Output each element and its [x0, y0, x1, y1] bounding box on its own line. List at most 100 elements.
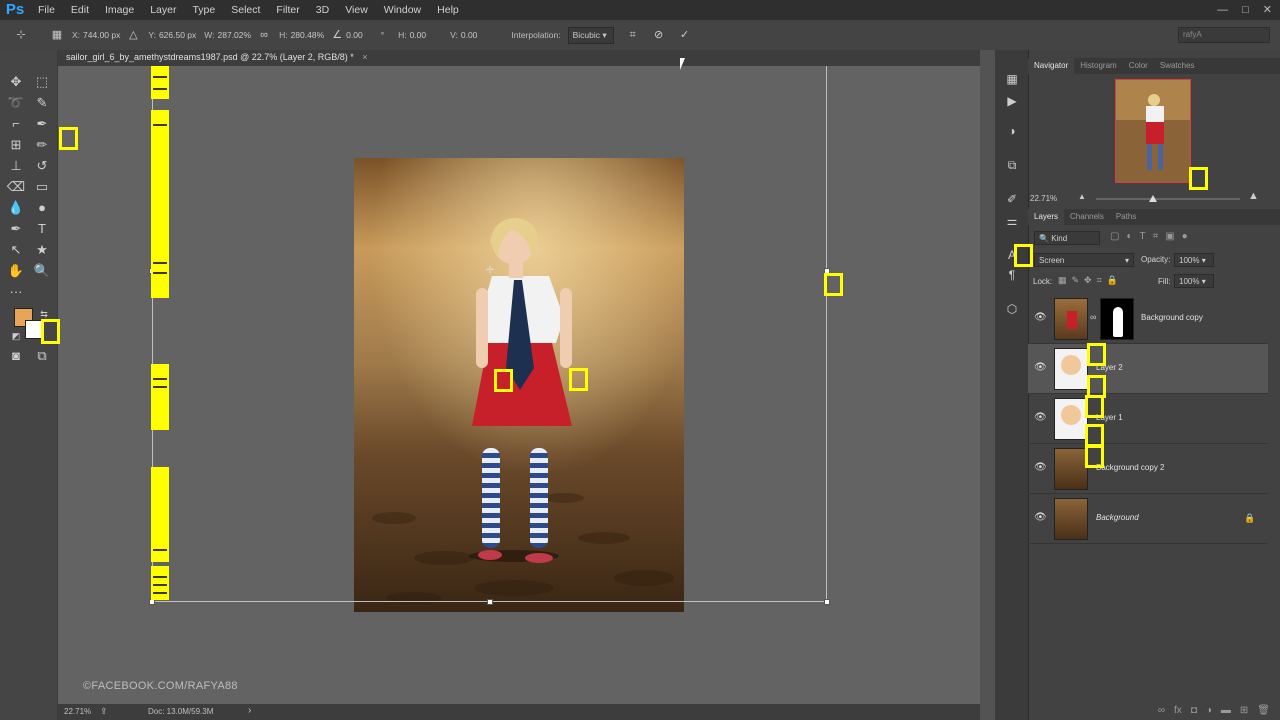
commit-transform-icon[interactable]: ✓ — [678, 28, 692, 42]
document-tab[interactable]: sailor_girl_6_by_amethystdreams1987.psd … — [58, 50, 980, 66]
gradient-tool-icon[interactable]: ▭ — [32, 177, 52, 197]
transform-bounding-box[interactable] — [149, 66, 830, 605]
pen-tool-icon[interactable]: ✒ — [6, 219, 26, 239]
stamp-tool-icon[interactable]: ⊥ — [6, 156, 26, 176]
menu-help[interactable]: Help — [429, 0, 467, 20]
mask-link-icon[interactable]: ∞ — [1090, 312, 1096, 322]
3d-panel-icon[interactable]: ⬡ — [1003, 300, 1021, 318]
hand-tool-icon[interactable]: ✋ — [6, 261, 26, 281]
layer-mask-thumbnail[interactable] — [1100, 298, 1134, 340]
layer-row-background-copy-2[interactable]: 👁 Background copy 2 — [1028, 444, 1268, 494]
interpolation-select[interactable]: Bicubic ▾ — [567, 26, 614, 44]
libraries-panel-icon[interactable]: ⧉ — [1003, 156, 1021, 174]
transform-handle-bottom-right[interactable] — [824, 599, 830, 605]
layer-row-layer-1[interactable]: 👁 Layer 1 — [1028, 394, 1268, 444]
share-icon[interactable]: ⇪ — [100, 706, 108, 717]
layer-row-layer-2[interactable]: 👁 Layer 2 — [1028, 344, 1268, 394]
type-tool-icon[interactable]: T — [32, 219, 52, 239]
warp-icon[interactable]: ⌗ — [626, 28, 640, 42]
link-icon[interactable]: ∞ — [257, 28, 271, 42]
status-zoom[interactable]: 22.71% — [64, 707, 91, 716]
eyedropper-tool-icon[interactable]: ✒ — [32, 114, 52, 134]
menu-layer[interactable]: Layer — [142, 0, 184, 20]
delta-icon[interactable]: △ — [126, 28, 140, 42]
transform-handle-bottom[interactable] — [487, 599, 493, 605]
marquee-tool-icon[interactable]: ⬚ — [32, 72, 52, 92]
move-tool-icon[interactable]: ✥ — [6, 72, 26, 92]
shape-tool-icon[interactable]: ★ — [32, 240, 52, 260]
tab-layers[interactable]: Layers — [1028, 209, 1065, 225]
x-field[interactable]: 744.00 px — [83, 30, 120, 40]
layer-name[interactable]: Background copy 2 — [1096, 463, 1165, 472]
delete-layer-icon[interactable]: 🗑 — [1257, 705, 1270, 716]
more-tools-icon[interactable]: ··· — [6, 282, 26, 302]
blend-mode-select[interactable]: Screen ▾ — [1034, 253, 1134, 267]
brush-panel-icon[interactable]: ✐ — [1003, 190, 1021, 208]
visibility-eye-icon[interactable]: 👁 — [1034, 412, 1047, 424]
screen-mode-icon[interactable]: ⧉ — [32, 346, 52, 366]
adjustment-layer-icon[interactable]: ◑ — [1206, 705, 1212, 716]
brush-tool-icon[interactable]: ✏ — [32, 135, 52, 155]
menu-filter[interactable]: Filter — [268, 0, 307, 20]
close-window-button[interactable]: ✕ — [1263, 0, 1272, 20]
menu-edit[interactable]: Edit — [63, 0, 97, 20]
close-tab-icon[interactable]: × — [362, 52, 367, 62]
tab-channels[interactable]: Channels — [1064, 209, 1110, 225]
height-field[interactable]: 280.48% — [291, 30, 325, 40]
healing-tool-icon[interactable]: ⊞ — [6, 135, 26, 155]
default-colors-icon[interactable]: ◩ — [6, 326, 26, 346]
history-brush-icon[interactable]: ↺ — [32, 156, 52, 176]
visibility-eye-icon[interactable]: 👁 — [1034, 312, 1047, 324]
crop-tool-icon[interactable]: ⌐ — [6, 114, 26, 134]
link-layers-icon[interactable]: ∞ — [1158, 705, 1165, 716]
navigator-preview[interactable] — [1115, 79, 1191, 183]
fill-field[interactable]: 100% ▾ — [1174, 274, 1214, 288]
menu-select[interactable]: Select — [223, 0, 268, 20]
tab-paths[interactable]: Paths — [1110, 209, 1142, 225]
path-select-tool-icon[interactable]: ↖ — [6, 240, 26, 260]
layer-name[interactable]: Background copy — [1141, 313, 1203, 322]
reference-point-icon[interactable]: ▦ — [50, 28, 64, 42]
layer-row-background-copy[interactable]: 👁 ∞ Background copy — [1028, 294, 1268, 344]
y-field[interactable]: 626.50 px — [159, 30, 196, 40]
eraser-tool-icon[interactable]: ⌫ — [6, 177, 26, 197]
navigator-zoom-slider[interactable] — [1096, 198, 1240, 200]
opacity-field[interactable]: 100% ▾ — [1174, 253, 1214, 267]
maximize-button[interactable]: □ — [1242, 0, 1249, 20]
add-mask-icon[interactable]: ◘ — [1191, 705, 1197, 716]
actions-panel-icon[interactable]: ▶ — [1003, 92, 1021, 110]
transform-preset-icon[interactable]: ⊹ — [14, 28, 28, 42]
workspace-search-field[interactable]: rafyA — [1178, 27, 1270, 43]
menu-view[interactable]: View — [337, 0, 376, 20]
tab-color[interactable]: Color — [1123, 58, 1154, 74]
visibility-eye-icon[interactable]: 👁 — [1034, 512, 1047, 524]
menu-window[interactable]: Window — [376, 0, 429, 20]
layer-name[interactable]: Background — [1096, 513, 1139, 522]
minimize-button[interactable]: — — [1217, 0, 1228, 20]
history-panel-icon[interactable]: ▦ — [1003, 70, 1021, 88]
dodge-tool-icon[interactable]: ● — [32, 198, 52, 218]
zoom-tool-icon[interactable]: 🔍 — [32, 261, 52, 281]
adjustments-panel-icon[interactable]: ◑ — [1003, 122, 1021, 140]
new-layer-icon[interactable]: ⊞ — [1240, 705, 1248, 716]
lasso-tool-icon[interactable]: ➰ — [6, 93, 26, 113]
cancel-transform-icon[interactable]: ⊘ — [652, 28, 666, 42]
visibility-eye-icon[interactable]: 👁 — [1034, 462, 1047, 474]
properties-panel-icon[interactable]: ⚌ — [1003, 212, 1021, 230]
angle-field[interactable]: 0.00 — [346, 30, 363, 40]
tab-swatches[interactable]: Swatches — [1154, 58, 1201, 74]
new-group-icon[interactable]: ▬ — [1221, 705, 1231, 716]
menu-type[interactable]: Type — [184, 0, 223, 20]
zoom-out-icon[interactable]: ▲ — [1078, 192, 1086, 201]
vskew-field[interactable]: 0.00 — [461, 30, 478, 40]
tab-navigator[interactable]: Navigator — [1028, 58, 1075, 74]
navigator-zoom-slider-knob[interactable] — [1149, 195, 1157, 202]
quick-select-tool-icon[interactable]: ✎ — [32, 93, 52, 113]
paragraph-panel-icon[interactable]: ¶ — [1003, 266, 1021, 284]
width-field[interactable]: 287.02% — [218, 30, 252, 40]
menu-image[interactable]: Image — [97, 0, 142, 20]
hskew-field[interactable]: 0.00 — [410, 30, 427, 40]
quick-mask-icon[interactable]: ◙ — [6, 346, 26, 366]
layer-row-background[interactable]: 👁 Background 🔒 — [1028, 494, 1268, 544]
visibility-eye-icon[interactable]: 👁 — [1034, 362, 1047, 374]
